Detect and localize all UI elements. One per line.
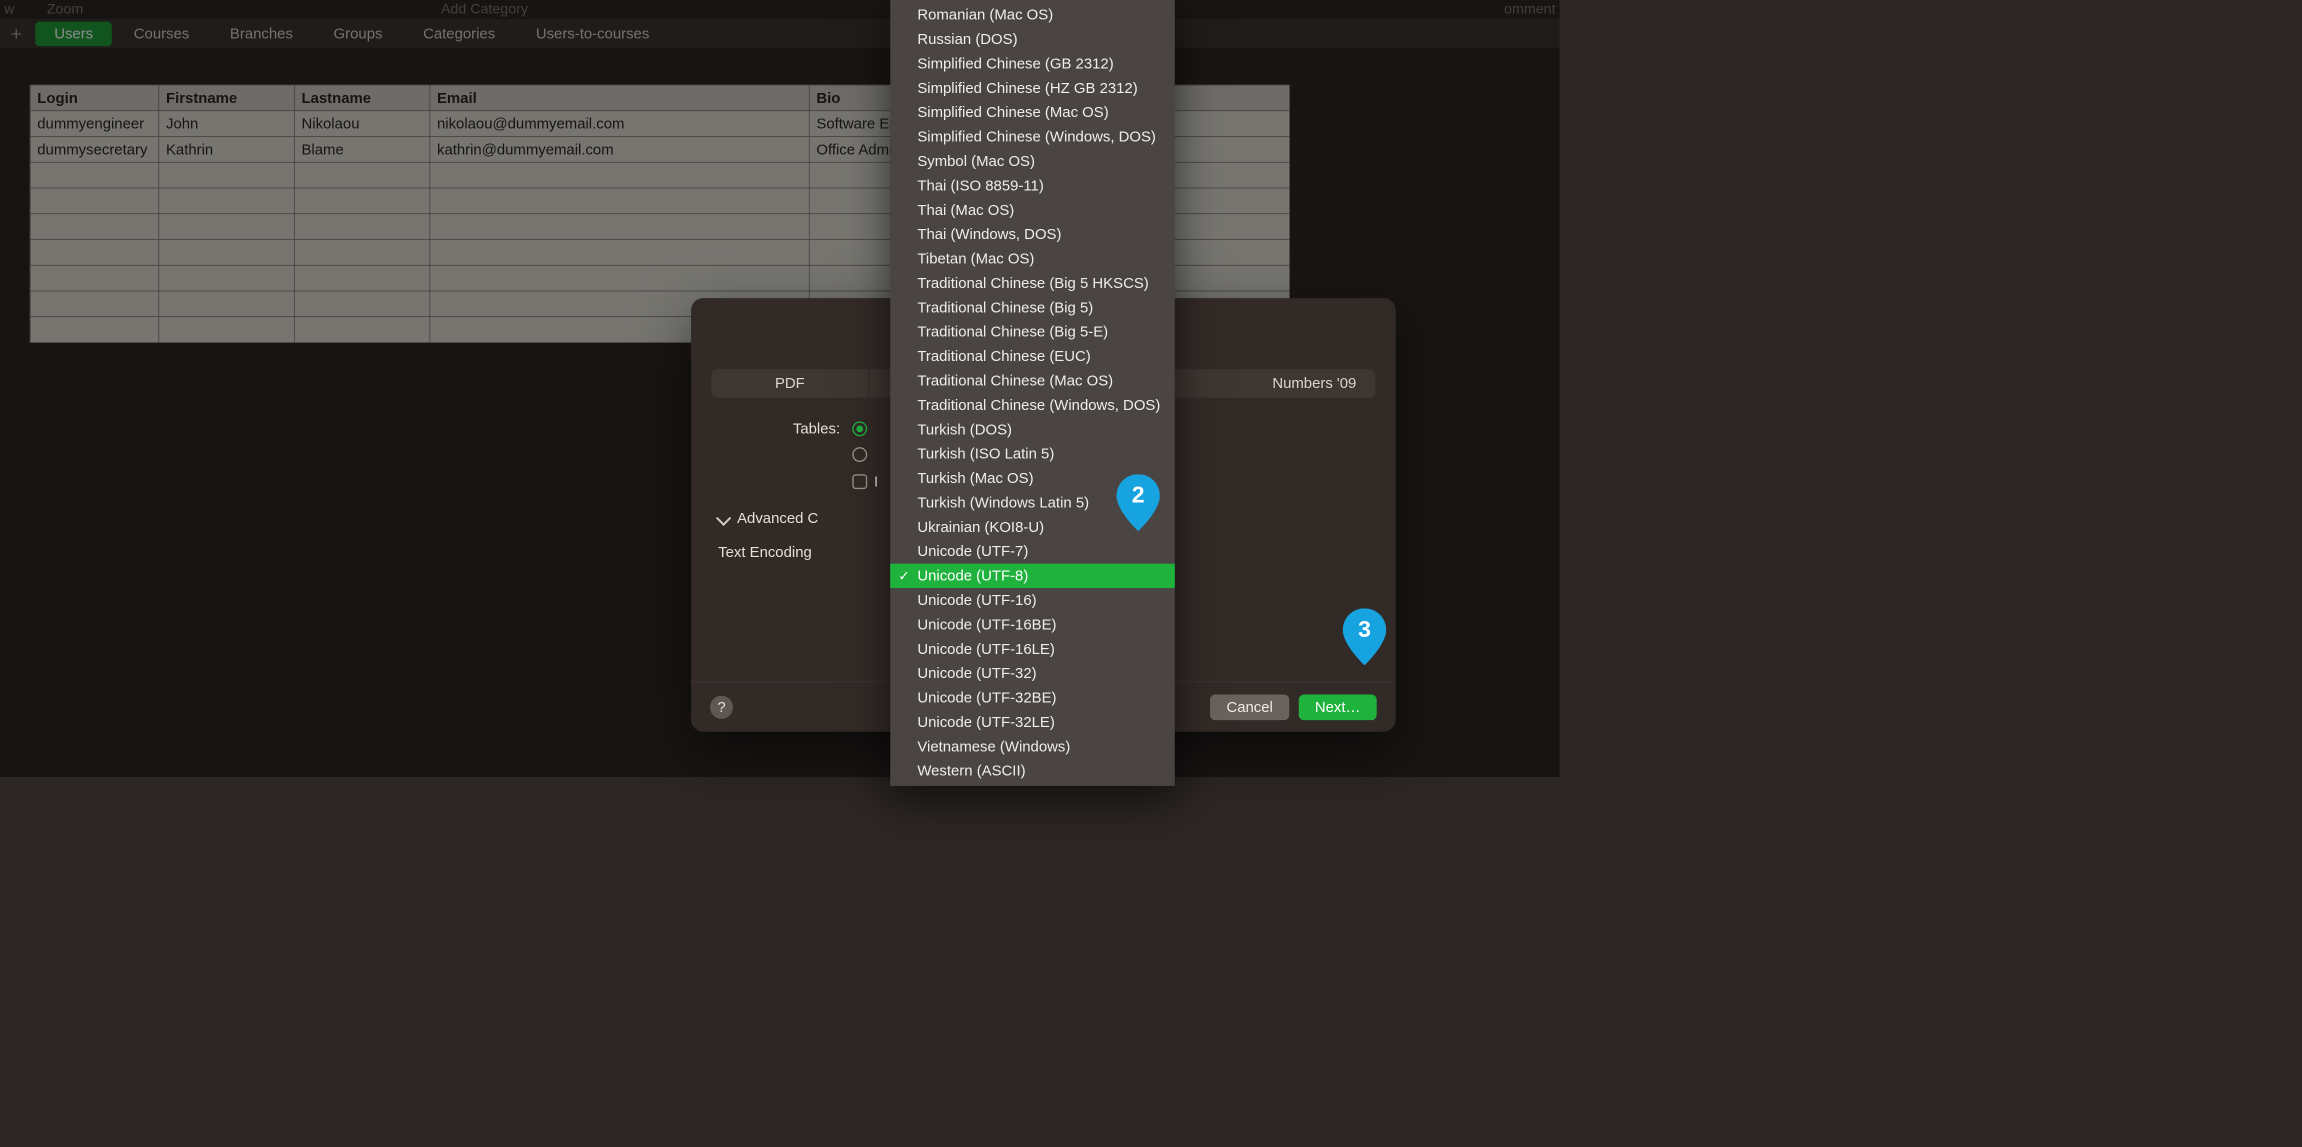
encoding-option[interactable]: Traditional Chinese (Big 5 HKSCS) — [890, 271, 1175, 295]
text-encoding-label: Text Encoding — [718, 543, 812, 561]
encoding-option[interactable]: Simplified Chinese (GB 2312) — [890, 51, 1175, 75]
help-button[interactable]: ? — [710, 695, 733, 718]
encoding-option[interactable]: Thai (Windows, DOS) — [890, 222, 1175, 246]
encoding-option[interactable]: Simplified Chinese (Windows, DOS) — [890, 125, 1175, 149]
encoding-option[interactable]: Thai (ISO 8859-11) — [890, 173, 1175, 197]
next-button[interactable]: Next… — [1299, 694, 1377, 720]
encoding-option[interactable]: Simplified Chinese (Mac OS) — [890, 100, 1175, 124]
encoding-option[interactable]: Vietnamese (Windows) — [890, 734, 1175, 758]
encoding-option[interactable]: Romanian (Mac OS) — [890, 3, 1175, 27]
encoding-option[interactable]: Symbol (Mac OS) — [890, 149, 1175, 173]
format-pdf[interactable]: PDF — [711, 369, 869, 397]
encoding-option[interactable]: Traditional Chinese (Big 5) — [890, 295, 1175, 319]
include-checkbox[interactable] — [852, 474, 867, 489]
encoding-option[interactable]: Thai (Mac OS) — [890, 198, 1175, 222]
encoding-option[interactable]: Unicode (UTF-16LE) — [890, 637, 1175, 661]
encoding-option[interactable]: Traditional Chinese (Big 5-E) — [890, 320, 1175, 344]
advanced-options-label[interactable]: Advanced C — [737, 509, 818, 527]
tables-label: Tables: — [718, 420, 840, 438]
encoding-option[interactable]: Simplified Chinese (HZ GB 2312) — [890, 76, 1175, 100]
cancel-button[interactable]: Cancel — [1210, 694, 1289, 720]
encoding-option[interactable]: Unicode (UTF-7) — [890, 539, 1175, 563]
encoding-option[interactable]: Turkish (DOS) — [890, 417, 1175, 441]
encoding-option[interactable]: Traditional Chinese (EUC) — [890, 344, 1175, 368]
encoding-option[interactable]: Unicode (UTF-32LE) — [890, 710, 1175, 734]
encoding-option[interactable]: Unicode (UTF-16) — [890, 588, 1175, 612]
radio-option-2[interactable] — [852, 447, 867, 462]
annotation-pin-2: 2 — [1117, 474, 1160, 531]
encoding-option[interactable]: Unicode (UTF-32) — [890, 661, 1175, 685]
encoding-option[interactable]: Unicode (UTF-32BE) — [890, 686, 1175, 710]
include-label: I — [874, 473, 878, 491]
text-encoding-dropdown[interactable]: Romanian (Mac OS)Russian (DOS)Simplified… — [890, 0, 1175, 786]
encoding-option[interactable]: Traditional Chinese (Mac OS) — [890, 369, 1175, 393]
encoding-option[interactable]: Unicode (UTF-16BE) — [890, 612, 1175, 636]
encoding-option[interactable]: Traditional Chinese (Windows, DOS) — [890, 393, 1175, 417]
annotation-pin-3: 3 — [1343, 608, 1386, 665]
radio-option-1[interactable] — [852, 421, 867, 436]
chevron-down-icon[interactable] — [716, 511, 731, 526]
encoding-option[interactable]: Russian (DOS) — [890, 27, 1175, 51]
encoding-option[interactable]: Western (ASCII) — [890, 759, 1175, 783]
encoding-option[interactable]: Turkish (ISO Latin 5) — [890, 442, 1175, 466]
encoding-option[interactable]: Tibetan (Mac OS) — [890, 247, 1175, 271]
encoding-option[interactable]: Unicode (UTF-8) — [890, 564, 1175, 588]
